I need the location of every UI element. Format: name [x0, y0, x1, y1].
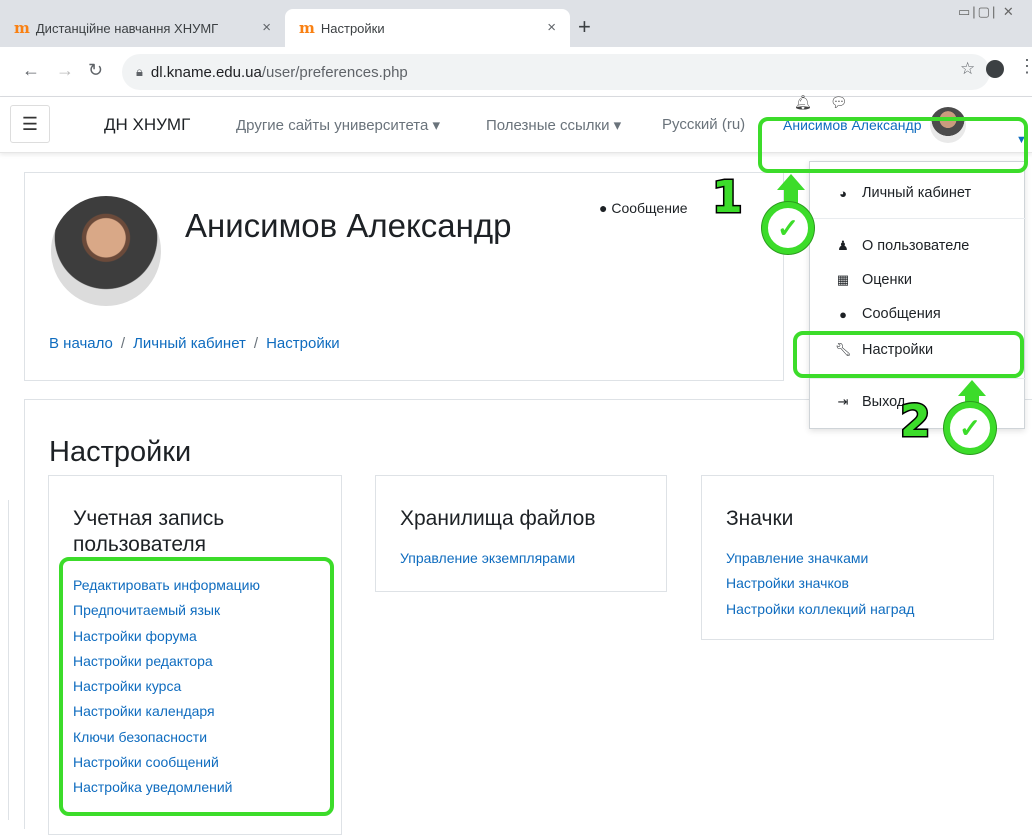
message-button[interactable]: ● Сообщение [599, 200, 688, 216]
reload-icon[interactable]: ↻ [88, 60, 103, 81]
menu-item-profile[interactable]: ♟ О пользователе [834, 238, 969, 254]
link-editor-settings[interactable]: Настройки редактора [73, 649, 260, 674]
breadcrumb-current[interactable]: Настройки [266, 335, 340, 352]
profile-picture [51, 196, 161, 306]
breadcrumb-home[interactable]: В начало [49, 335, 113, 352]
browser-menu-icon[interactable]: ⋮ [1018, 56, 1032, 77]
browser-tab[interactable]: m Дистанційне навчання ХНУМГ × [0, 9, 285, 47]
menu-item-logout[interactable]: ⇥ Выход [834, 394, 906, 410]
menu-divider [810, 378, 1026, 379]
browser-tab-active[interactable]: m Настройки × [285, 9, 570, 47]
badge-links: Управление значками Настройки значков На… [726, 546, 914, 622]
user-menu-toggle[interactable]: Анисимов Александр [783, 105, 966, 145]
arrow-stem [784, 189, 798, 203]
page-header: Анисимов Александр ● Сообщение В начало /… [24, 172, 784, 381]
menu-item-label: Выход [862, 394, 906, 410]
section-title: Хранилища файлов [400, 507, 596, 530]
site-brand[interactable]: ДН ХНУМГ [104, 115, 190, 135]
menu-item-label: Настройки [862, 342, 934, 358]
wrench-icon: 🔧︎ [834, 342, 852, 357]
section-repositories: Хранилища файлов Управление экземплярами [375, 475, 667, 592]
avatar [929, 107, 966, 143]
menu-useful-links[interactable]: Полезные ссылки ▾ [486, 116, 621, 134]
link-badge-settings[interactable]: Настройки значков [726, 571, 914, 596]
checkmark-icon: ✓ [762, 202, 814, 254]
section-title: Учетная запись пользователя [73, 507, 225, 556]
message-icon: ● [839, 306, 847, 322]
section-badges: Значки Управление значками Настройки зна… [701, 475, 994, 640]
chat-icon: ● [599, 200, 612, 216]
url-host: dl.kname.edu.ua [150, 63, 262, 81]
breadcrumb-separator: / [253, 335, 259, 352]
link-backpack-settings[interactable]: Настройки коллекций наград [726, 597, 914, 622]
menu-item-preferences[interactable]: 🔧︎ Настройки [834, 342, 933, 358]
step-number-1: 1 [711, 171, 745, 225]
menu-item-grades[interactable]: ▦ Оценки [834, 272, 912, 288]
lock-icon: 🔒︎ [136, 64, 143, 79]
bookmark-star-icon[interactable]: ☆ [960, 59, 975, 79]
close-tab-icon[interactable]: × [547, 19, 556, 36]
hamburger-menu-icon[interactable]: ☰ [10, 105, 50, 143]
grades-icon: ▦ [836, 272, 850, 287]
tab-title: Дистанційне навчання ХНУМГ [35, 20, 219, 36]
main-content: Настройки Учетная запись пользователя Ре… [24, 399, 1032, 835]
new-tab-button[interactable]: + [578, 14, 591, 40]
tab-title: Настройки [320, 20, 385, 36]
message-label: Сообщение [611, 200, 688, 216]
language-menu[interactable]: Русский (ru) [662, 116, 745, 133]
section-title: Значки [726, 507, 794, 530]
menu-item-messages[interactable]: ● Сообщения [834, 306, 941, 322]
link-edit-profile[interactable]: Редактировать информацию [73, 573, 260, 598]
link-notification-settings[interactable]: Настройка уведомлений [73, 775, 260, 800]
link-course-settings[interactable]: Настройки курса [73, 674, 260, 699]
menu-item-dashboard[interactable]: ◕ Личный кабинет [834, 185, 971, 201]
browser-toolbar: ← → ↻ 🔒︎ dl.kname.edu.ua/user/preference… [0, 47, 1032, 97]
menu-divider [810, 218, 1026, 219]
close-tab-icon[interactable]: × [262, 19, 271, 36]
page-title: Настройки [49, 436, 192, 468]
menu-item-label: Личный кабинет [862, 185, 972, 201]
dashboard-icon: ◕ [839, 185, 847, 201]
chevron-down-icon[interactable]: ▼ [1016, 134, 1027, 146]
checkmark-icon: ✓ [944, 402, 996, 454]
window-controls-icon[interactable]: ▭|▢| ✕ [958, 4, 1016, 20]
site-navbar: ☰ ДН ХНУМГ Другие сайты университета ▾ П… [0, 94, 1032, 153]
url-path: /user/preferences.php [261, 63, 408, 81]
account-links: Редактировать информацию Предпочитаемый … [73, 573, 260, 801]
link-forum-settings[interactable]: Настройки форума [73, 624, 260, 649]
address-bar[interactable]: 🔒︎ dl.kname.edu.ua/user/preferences.php [122, 54, 990, 90]
step-number-2: 2 [899, 395, 933, 449]
section-account: Учетная запись пользователя Редактироват… [48, 475, 342, 835]
breadcrumb-separator: / [120, 335, 126, 352]
link-manage-badges[interactable]: Управление значками [726, 546, 914, 571]
menu-item-label: Оценки [862, 272, 912, 288]
link-calendar-settings[interactable]: Настройки календаря [73, 699, 260, 724]
link-security-keys[interactable]: Ключи безопасности [73, 725, 260, 750]
menu-item-label: Сообщения [862, 306, 941, 322]
page-user-name: Анисимов Александр [185, 207, 512, 244]
menu-item-label: О пользователе [862, 238, 970, 254]
breadcrumb-dashboard[interactable]: Личный кабинет [133, 335, 246, 352]
link-preferred-language[interactable]: Предпочитаемый язык [73, 598, 260, 623]
moodle-favicon-icon: m [14, 19, 30, 37]
account-icon[interactable] [986, 60, 1004, 78]
logout-icon: ⇥ [837, 394, 849, 409]
breadcrumb: В начало / Личный кабинет / Настройки [49, 335, 340, 352]
repository-links: Управление экземплярами [400, 546, 575, 571]
menu-other-sites[interactable]: Другие сайты университета ▾ [236, 116, 440, 134]
user-dropdown-menu: ◕ Личный кабинет ♟ О пользователе ▦ Оценки … [809, 161, 1026, 429]
user-icon: ♟ [837, 238, 849, 253]
user-menu-name: Анисимов Александр [783, 117, 922, 133]
arrow-up-icon [958, 380, 986, 396]
link-message-settings[interactable]: Настройки сообщений [73, 750, 260, 775]
page-border [8, 500, 9, 820]
back-arrow-icon[interactable]: ← [22, 60, 40, 81]
moodle-favicon-icon: m [299, 19, 315, 37]
link-manage-instances[interactable]: Управление экземплярами [400, 546, 575, 571]
arrow-up-icon [777, 174, 805, 190]
forward-arrow-icon[interactable]: → [56, 60, 74, 81]
browser-tabstrip: m Дистанційне навчання ХНУМГ × m Настрой… [0, 0, 1032, 47]
